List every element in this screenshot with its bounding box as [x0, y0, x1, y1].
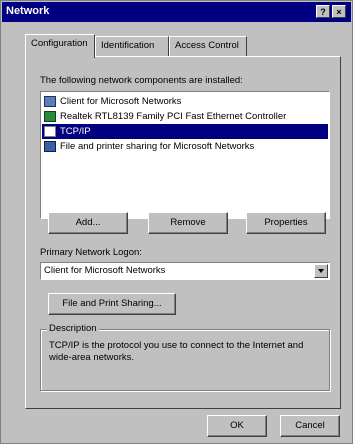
list-item-file-sharing[interactable]: File and printer sharing for Microsoft N…: [42, 139, 328, 154]
primary-logon-label: Primary Network Logon:: [40, 247, 142, 258]
add-button[interactable]: Add...: [48, 212, 128, 234]
tab-configuration-label: Configuration: [31, 38, 88, 49]
description-group: Description TCP/IP is the protocol you u…: [40, 323, 330, 391]
protocol-icon: [44, 126, 56, 137]
network-adapter-icon: [44, 111, 56, 122]
primary-logon-select[interactable]: Client for Microsoft Networks: [40, 262, 330, 280]
components-caption: The following network components are ins…: [40, 75, 243, 86]
list-item-label: Realtek RTL8139 Family PCI Fast Ethernet…: [60, 111, 287, 122]
tab-access-control-label: Access Control: [175, 40, 239, 51]
tab-strip: Configuration Identification Access Cont…: [25, 34, 255, 58]
chevron-down-icon[interactable]: [314, 264, 328, 278]
close-button[interactable]: ×: [332, 5, 346, 18]
tab-identification-label: Identification: [101, 40, 155, 51]
tab-configuration[interactable]: Configuration: [25, 34, 95, 58]
network-dialog: Network ? × Configuration Identification…: [0, 0, 353, 444]
list-item-adapter[interactable]: Realtek RTL8139 Family PCI Fast Ethernet…: [42, 109, 328, 124]
properties-button[interactable]: Properties: [246, 212, 326, 234]
tab-access-control[interactable]: Access Control: [169, 36, 247, 56]
list-item-label: TCP/IP: [60, 126, 91, 137]
remove-button[interactable]: Remove: [148, 212, 228, 234]
window-title: Network: [6, 5, 50, 17]
help-button[interactable]: ?: [316, 5, 330, 18]
list-item-label: File and printer sharing for Microsoft N…: [60, 141, 255, 152]
service-icon: [44, 141, 56, 152]
primary-logon-value: Client for Microsoft Networks: [44, 265, 166, 276]
list-item-client[interactable]: Client for Microsoft Networks: [42, 94, 328, 109]
title-bar[interactable]: Network ? ×: [2, 2, 351, 22]
configuration-panel: The following network components are ins…: [25, 56, 341, 409]
description-text: TCP/IP is the protocol you use to connec…: [49, 340, 304, 363]
file-print-sharing-button[interactable]: File and Print Sharing...: [48, 293, 176, 315]
list-item-label: Client for Microsoft Networks: [60, 96, 182, 107]
ok-button[interactable]: OK: [207, 415, 267, 437]
network-client-icon: [44, 96, 56, 107]
cancel-button[interactable]: Cancel: [280, 415, 340, 437]
description-legend: Description: [47, 323, 99, 334]
components-list[interactable]: Client for Microsoft Networks Realtek RT…: [40, 91, 330, 219]
tab-identification[interactable]: Identification: [95, 36, 169, 56]
list-item-tcpip[interactable]: TCP/IP: [42, 124, 328, 139]
